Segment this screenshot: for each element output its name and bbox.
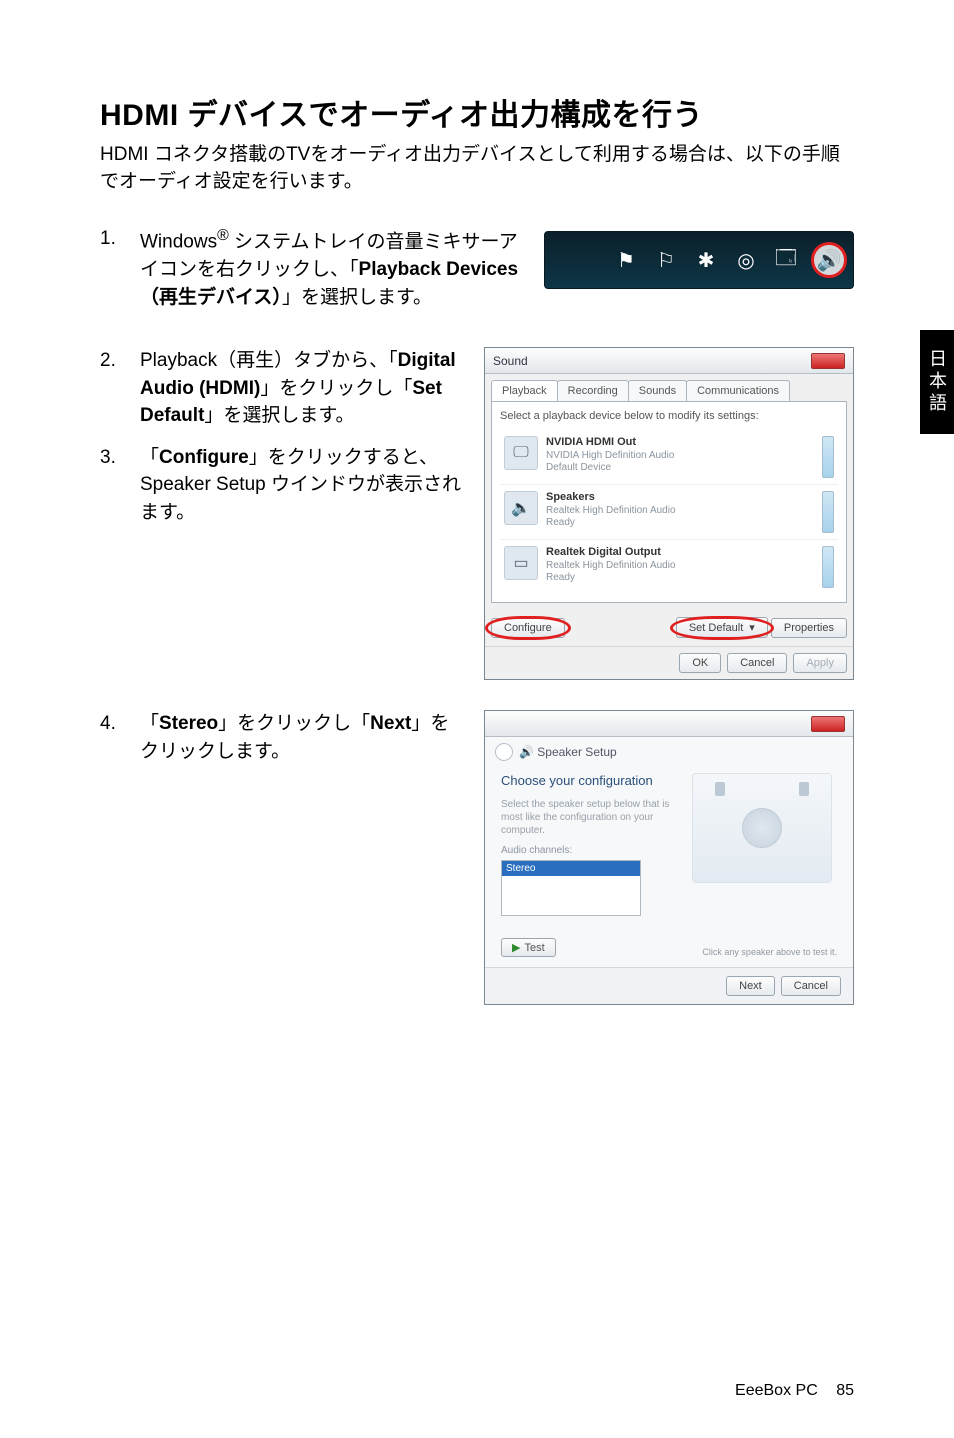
channels-label: Audio channels: <box>501 845 675 856</box>
sound-title: Sound <box>493 354 528 368</box>
bluetooth-icon[interactable]: ✱ <box>691 245 721 275</box>
step-1-text: Windows® システムトレイの音量ミキサーアイコンを右クリックし、「Play… <box>140 225 526 311</box>
step-4-pre: 「 <box>140 713 159 734</box>
apply-button[interactable]: Apply <box>793 653 847 673</box>
device-row[interactable]: 🔈 Speakers Realtek High Definition Audio… <box>500 485 838 540</box>
language-tab: 日本語 <box>920 330 954 434</box>
speaker-icon: 🔈 <box>504 491 538 525</box>
device-name: Realtek Digital Output <box>546 546 814 560</box>
action-center-icon[interactable]: ⚐ <box>651 245 681 275</box>
device-row[interactable]: 🖵 NVIDIA HDMI Out NVIDIA High Definition… <box>500 430 838 485</box>
level-meter <box>822 546 834 588</box>
level-meter <box>822 491 834 533</box>
flag-icon[interactable]: ⚑ <box>611 245 641 275</box>
step-2-pre: Playback（再生）タブから、「 <box>140 350 398 371</box>
wizard-hint: Select the speaker setup below that is m… <box>501 798 675 837</box>
set-default-label: Set Default <box>689 622 743 634</box>
step-3-bold: Configure <box>159 447 249 468</box>
page-heading: HDMI デバイスでオーディオ出力構成を行う <box>100 90 854 134</box>
page-number: 85 <box>836 1382 854 1399</box>
page-footer: EeeBox PC 85 <box>735 1382 854 1400</box>
step-4-bold1: Stereo <box>159 713 218 734</box>
tab-communications[interactable]: Communications <box>686 380 790 401</box>
step-4-text: 「Stereo」をクリックし「Next」をクリックします。 <box>140 710 466 765</box>
step-number: 3. <box>100 444 140 527</box>
section-title: Choose your configuration <box>501 773 675 788</box>
close-icon[interactable] <box>811 353 845 369</box>
tab-sounds[interactable]: Sounds <box>628 380 687 401</box>
cancel-button[interactable]: Cancel <box>781 976 841 996</box>
tab-recording[interactable]: Recording <box>557 380 629 401</box>
sound-hint: Select a playback device below to modify… <box>500 410 838 422</box>
monitor-icon: 🖵 <box>504 436 538 470</box>
listener-icon <box>742 808 782 848</box>
wizard-titlebar <box>485 711 853 737</box>
device-row[interactable]: ▭ Realtek Digital Output Realtek High De… <box>500 540 838 594</box>
step-3-text: 「Configure」をクリックすると、Speaker Setup ウインドウが… <box>140 444 466 527</box>
device-status: Ready <box>546 517 814 530</box>
device-name: Speakers <box>546 491 814 505</box>
sound-tabs: Playback Recording Sounds Communications <box>485 374 853 401</box>
left-speaker-icon[interactable] <box>715 782 725 796</box>
step-1-pre: Windows <box>140 232 217 253</box>
system-tray: ⚑ ⚐ ✱ ◎ 🗔 🔊 <box>544 231 854 289</box>
play-icon: ▶ <box>512 941 520 954</box>
back-icon[interactable] <box>495 743 513 761</box>
speaker-setup-dialog: 🔊 Speaker Setup Choose your configuratio… <box>484 710 854 1005</box>
chevron-down-icon: ▾ <box>749 621 755 634</box>
step-4-mid: 」をクリックし「 <box>218 713 370 734</box>
next-button[interactable]: Next <box>726 976 775 996</box>
wizard-header: 🔊 Speaker Setup <box>485 737 853 767</box>
device-status: Ready <box>546 572 814 585</box>
level-meter <box>822 436 834 478</box>
configure-button[interactable]: Configure <box>491 618 565 638</box>
sound-dialog: Sound Playback Recording Sounds Communic… <box>484 347 854 680</box>
step-number: 4. <box>100 710 140 765</box>
network-icon[interactable]: ◎ <box>731 245 761 275</box>
device-name: NVIDIA HDMI Out <box>546 436 814 450</box>
step-4-bold2: Next <box>370 713 411 734</box>
device-desc: NVIDIA High Definition Audio <box>546 450 814 463</box>
device-desc: Realtek High Definition Audio <box>546 560 814 573</box>
registered-mark: ® <box>217 227 229 244</box>
test-button[interactable]: ▶ Test <box>501 938 556 957</box>
wizard-title: 🔊 Speaker Setup <box>519 745 617 759</box>
footer-text: EeeBox PC <box>735 1382 818 1399</box>
step-2-mid: 」をクリックし「 <box>260 378 412 399</box>
channels-listbox[interactable]: Stereo <box>501 860 641 916</box>
step-3-pre: 「 <box>140 447 159 468</box>
preview-hint: Click any speaker above to test it. <box>687 947 837 957</box>
test-label: Test <box>524 942 544 954</box>
set-default-button[interactable]: Set Default ▾ <box>676 617 768 638</box>
ok-button[interactable]: OK <box>679 653 721 673</box>
step-1-post-b: 」を選択します。 <box>282 287 432 308</box>
device-desc: Realtek High Definition Audio <box>546 505 814 518</box>
right-speaker-icon[interactable] <box>799 782 809 796</box>
step-2-text: Playback（再生）タブから、「Digital Audio (HDMI)」を… <box>140 347 466 430</box>
cancel-button[interactable]: Cancel <box>727 653 787 673</box>
step-2-post: 」を選択します。 <box>204 405 354 426</box>
volume-icon[interactable]: 🔊 <box>811 242 847 278</box>
close-icon[interactable] <box>811 716 845 732</box>
sound-titlebar: Sound <box>485 348 853 374</box>
intro-text: HDMI コネクタ搭載のTVをオーディオ出力デバイスとして利用する場合は、以下の… <box>100 142 854 195</box>
properties-button[interactable]: Properties <box>771 618 847 638</box>
device-status: Default Device <box>546 462 814 475</box>
tab-playback[interactable]: Playback <box>491 380 558 401</box>
speaker-layout-preview <box>692 773 832 883</box>
step-number: 1. <box>100 225 140 311</box>
digital-out-icon: ▭ <box>504 546 538 580</box>
sound-panel: Select a playback device below to modify… <box>491 401 847 603</box>
channels-selected[interactable]: Stereo <box>502 861 640 876</box>
step-number: 2. <box>100 347 140 430</box>
power-icon[interactable]: 🗔 <box>771 245 801 275</box>
